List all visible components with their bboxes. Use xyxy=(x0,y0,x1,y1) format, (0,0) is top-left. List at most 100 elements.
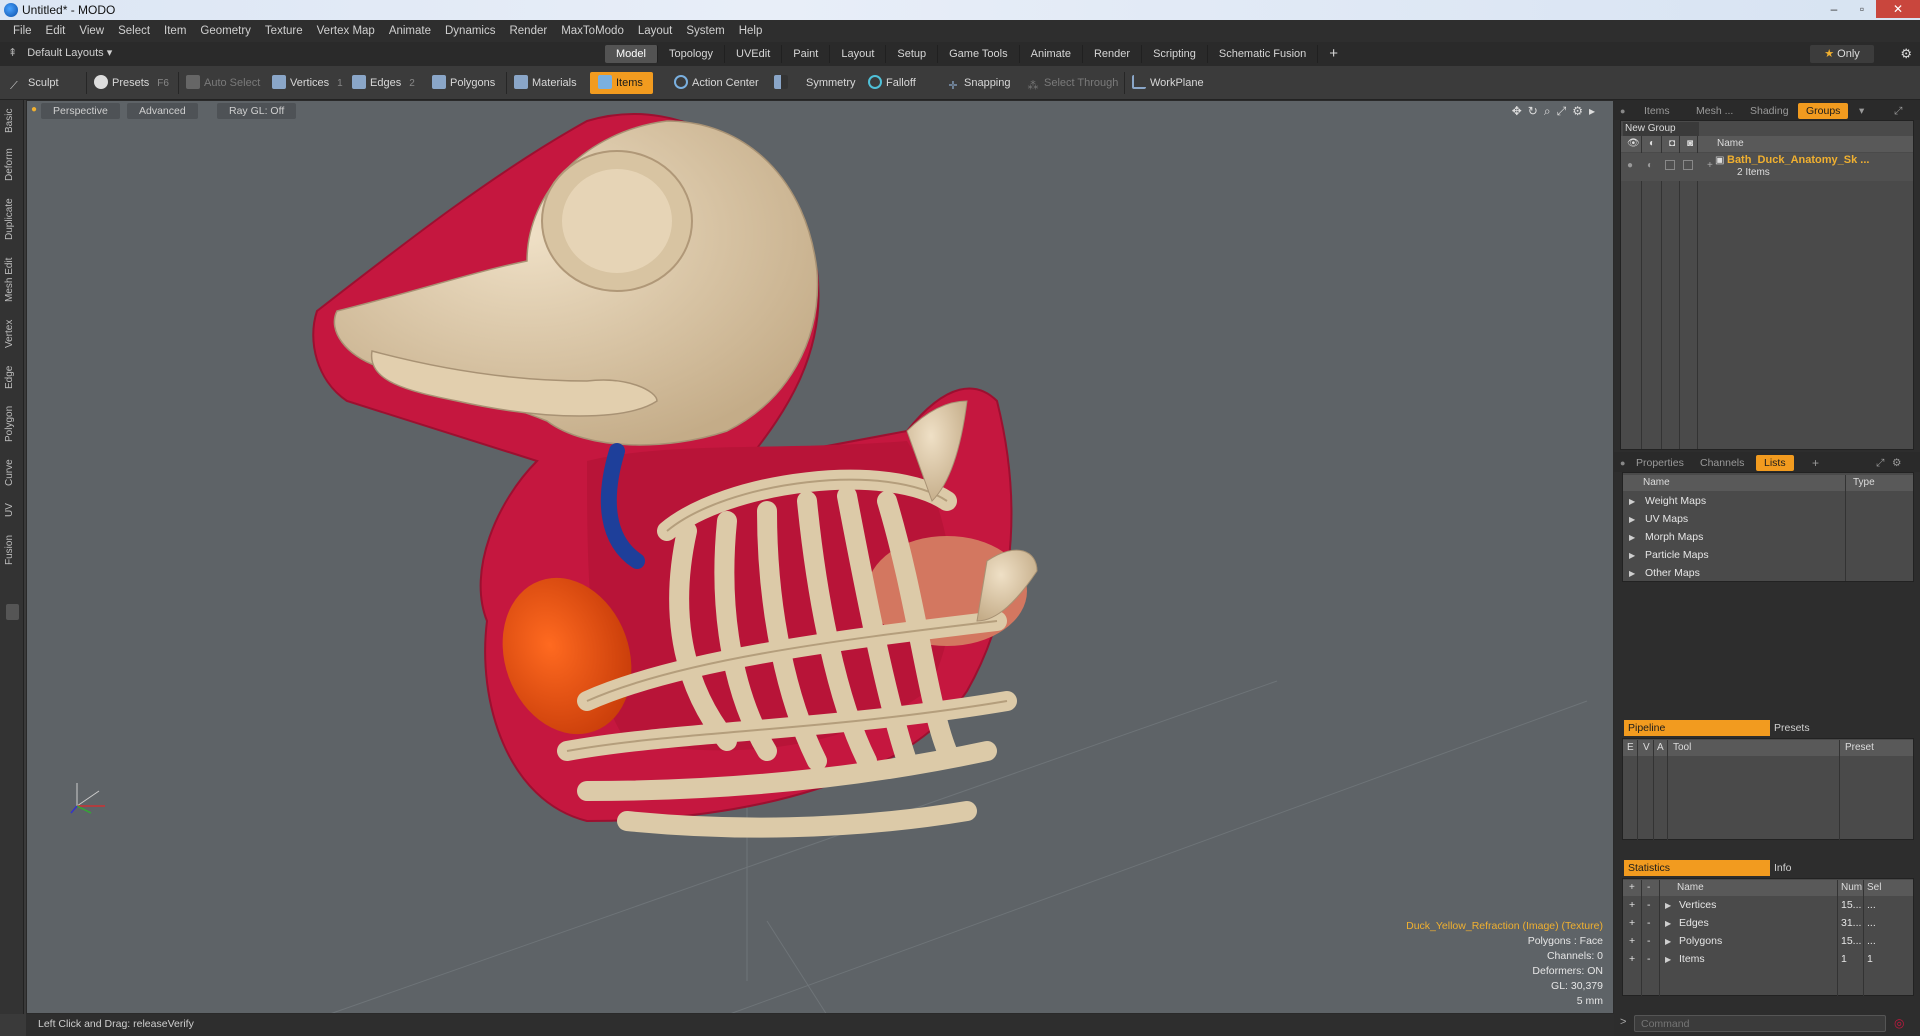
list-item[interactable]: Morph Maps xyxy=(1645,531,1703,543)
row-lock-checkbox[interactable] xyxy=(1665,160,1675,170)
tab-properties[interactable]: Properties xyxy=(1636,455,1684,471)
expand-triangle-icon[interactable]: ▶ xyxy=(1629,551,1635,560)
expand-triangle-icon[interactable]: ▶ xyxy=(1629,569,1635,578)
default-layouts-dropdown[interactable]: ⇞ Default Layouts ▾ xyxy=(8,46,112,59)
presets-button[interactable]: Presets F6 xyxy=(94,72,169,94)
menu-item[interactable]: Item xyxy=(157,25,193,37)
side-tab-basic[interactable]: Basic xyxy=(4,106,20,136)
expand-triangle-icon[interactable]: ▶ xyxy=(1665,955,1671,964)
expand-icon[interactable]: ⤢ xyxy=(1876,455,1884,471)
tab-render[interactable]: Render xyxy=(1083,45,1143,63)
record-icon[interactable]: ◎ xyxy=(1894,1016,1904,1030)
tab-mesh[interactable]: Mesh ... xyxy=(1696,103,1733,119)
expand-triangle-icon[interactable]: ▶ xyxy=(1665,919,1671,928)
tab-lists[interactable]: Lists xyxy=(1756,455,1794,471)
tab-game-tools[interactable]: Game Tools xyxy=(938,45,1020,63)
tab-layout[interactable]: Layout xyxy=(830,45,887,63)
falloff-button[interactable]: Falloff xyxy=(868,72,916,94)
action-center-button[interactable]: Action Center xyxy=(674,72,759,94)
side-tab-uv[interactable]: UV xyxy=(4,500,20,520)
side-tab-deform[interactable]: Deform xyxy=(4,146,20,184)
menu-vertex-map[interactable]: Vertex Map xyxy=(310,25,382,37)
row-select-checkbox[interactable] xyxy=(1683,160,1693,170)
tab-schematic-fusion[interactable]: Schematic Fusion xyxy=(1208,45,1319,63)
workplane-button[interactable]: WorkPlane xyxy=(1132,72,1204,94)
row-add-icon[interactable]: + xyxy=(1629,899,1635,911)
expand-triangle-icon[interactable]: ▶ xyxy=(1665,901,1671,910)
tab-statistics[interactable]: Statistics xyxy=(1624,860,1770,876)
tab-uvedit[interactable]: UVEdit xyxy=(725,45,783,63)
tab-pipeline[interactable]: Pipeline xyxy=(1624,720,1770,736)
row-render-icon[interactable]: ◐ xyxy=(1647,160,1653,171)
tab-topology[interactable]: Topology xyxy=(658,45,726,63)
vertices-button[interactable]: Vertices 1 xyxy=(272,72,343,94)
settings-icon[interactable]: ⚙ xyxy=(1892,455,1901,471)
expand-icon[interactable]: ⤢ xyxy=(1894,103,1902,119)
expand-triangle-icon[interactable]: ▶ xyxy=(1665,937,1671,946)
row-remove-icon[interactable]: - xyxy=(1647,935,1651,947)
row-add-icon[interactable]: + xyxy=(1629,935,1635,947)
tab-model[interactable]: Model xyxy=(605,45,658,63)
select-through-button[interactable]: ⁂ Select Through xyxy=(1026,72,1119,94)
zoom-icon[interactable]: ⌕ xyxy=(1544,104,1551,119)
minimize-button[interactable]: – xyxy=(1820,0,1848,18)
expand-triangle-icon[interactable]: ▶ xyxy=(1629,533,1635,542)
rotate-icon[interactable]: ↻ xyxy=(1528,104,1538,119)
tab-items[interactable]: Items xyxy=(1644,103,1670,119)
tab-channels[interactable]: Channels xyxy=(1700,455,1744,471)
list-item[interactable]: Other Maps xyxy=(1645,567,1700,579)
snapping-button[interactable]: ✛ Snapping xyxy=(946,72,1010,94)
menu-select[interactable]: Select xyxy=(111,25,157,37)
side-tab-edge[interactable]: Edge xyxy=(4,362,20,392)
items-button[interactable]: Items xyxy=(590,72,653,94)
expand-plus-icon[interactable]: + xyxy=(1707,160,1713,171)
tab-groups[interactable]: Groups xyxy=(1798,103,1849,119)
tab-shading[interactable]: Shading xyxy=(1750,103,1789,119)
raygl-button[interactable]: Ray GL: Off xyxy=(217,103,297,119)
new-group-button[interactable]: New Group xyxy=(1623,122,1699,136)
gear-icon[interactable]: ⚙ xyxy=(1900,46,1912,62)
sculpt-button[interactable]: ⟋ Sculpt xyxy=(10,72,59,94)
row-add-icon[interactable]: + xyxy=(1629,917,1635,929)
list-item[interactable]: Particle Maps xyxy=(1645,549,1709,561)
pan-icon[interactable]: ✥ xyxy=(1512,104,1522,119)
menu-maxtomodo[interactable]: MaxToModo xyxy=(554,25,631,37)
materials-button[interactable]: Materials xyxy=(514,72,577,94)
row-visibility-icon[interactable]: ● xyxy=(1627,160,1633,171)
group-row[interactable]: ● ◐ + ▣ Bath_Duck_Anatomy_Sk ... 2 Items xyxy=(1621,153,1913,181)
side-tab-duplicate[interactable]: Duplicate xyxy=(4,194,20,244)
menu-render[interactable]: Render xyxy=(502,25,554,37)
tab-scripting[interactable]: Scripting xyxy=(1142,45,1208,63)
polygons-button[interactable]: Polygons xyxy=(432,72,495,94)
menu-geometry[interactable]: Geometry xyxy=(193,25,258,37)
menu-animate[interactable]: Animate xyxy=(382,25,438,37)
menu-help[interactable]: Help xyxy=(732,25,770,37)
edges-button[interactable]: Edges 2 xyxy=(352,72,415,94)
symmetry-button[interactable]: Symmetry xyxy=(774,72,856,94)
tab-animate[interactable]: Animate xyxy=(1020,45,1083,63)
menu-view[interactable]: View xyxy=(72,25,111,37)
menu-texture[interactable]: Texture xyxy=(258,25,310,37)
3d-viewport[interactable]: ● Perspective Advanced Ray GL: Off ✥ ↻ ⌕… xyxy=(26,100,1614,1014)
menu-system[interactable]: System xyxy=(679,25,731,37)
tab-presets[interactable]: Presets xyxy=(1774,720,1810,736)
menu-file[interactable]: File xyxy=(6,25,39,37)
side-tab-polygon[interactable]: Polygon xyxy=(4,402,20,446)
add-tab-button[interactable]: + xyxy=(1318,45,1349,63)
tab-info[interactable]: Info xyxy=(1774,860,1792,876)
menu-layout[interactable]: Layout xyxy=(631,25,680,37)
tab-setup[interactable]: Setup xyxy=(886,45,939,63)
tab-paint[interactable]: Paint xyxy=(782,45,831,63)
tabs-dropdown-icon[interactable]: ▾ xyxy=(1859,103,1864,119)
list-item[interactable]: Weight Maps xyxy=(1645,495,1706,507)
row-remove-icon[interactable]: - xyxy=(1647,953,1651,965)
viewport-settings-icon[interactable]: ⚙ xyxy=(1572,104,1583,119)
side-tab-vertex[interactable]: Vertex xyxy=(4,316,20,352)
fit-icon[interactable]: ⤢ xyxy=(1557,104,1567,119)
add-tab-button[interactable]: + xyxy=(1812,455,1819,471)
auto-select-button[interactable]: Auto Select xyxy=(186,72,260,94)
expand-triangle-icon[interactable]: ▶ xyxy=(1629,497,1635,506)
maximize-button[interactable]: ▫ xyxy=(1848,0,1876,18)
row-remove-icon[interactable]: - xyxy=(1647,917,1651,929)
view-perspective-button[interactable]: Perspective xyxy=(41,103,120,119)
